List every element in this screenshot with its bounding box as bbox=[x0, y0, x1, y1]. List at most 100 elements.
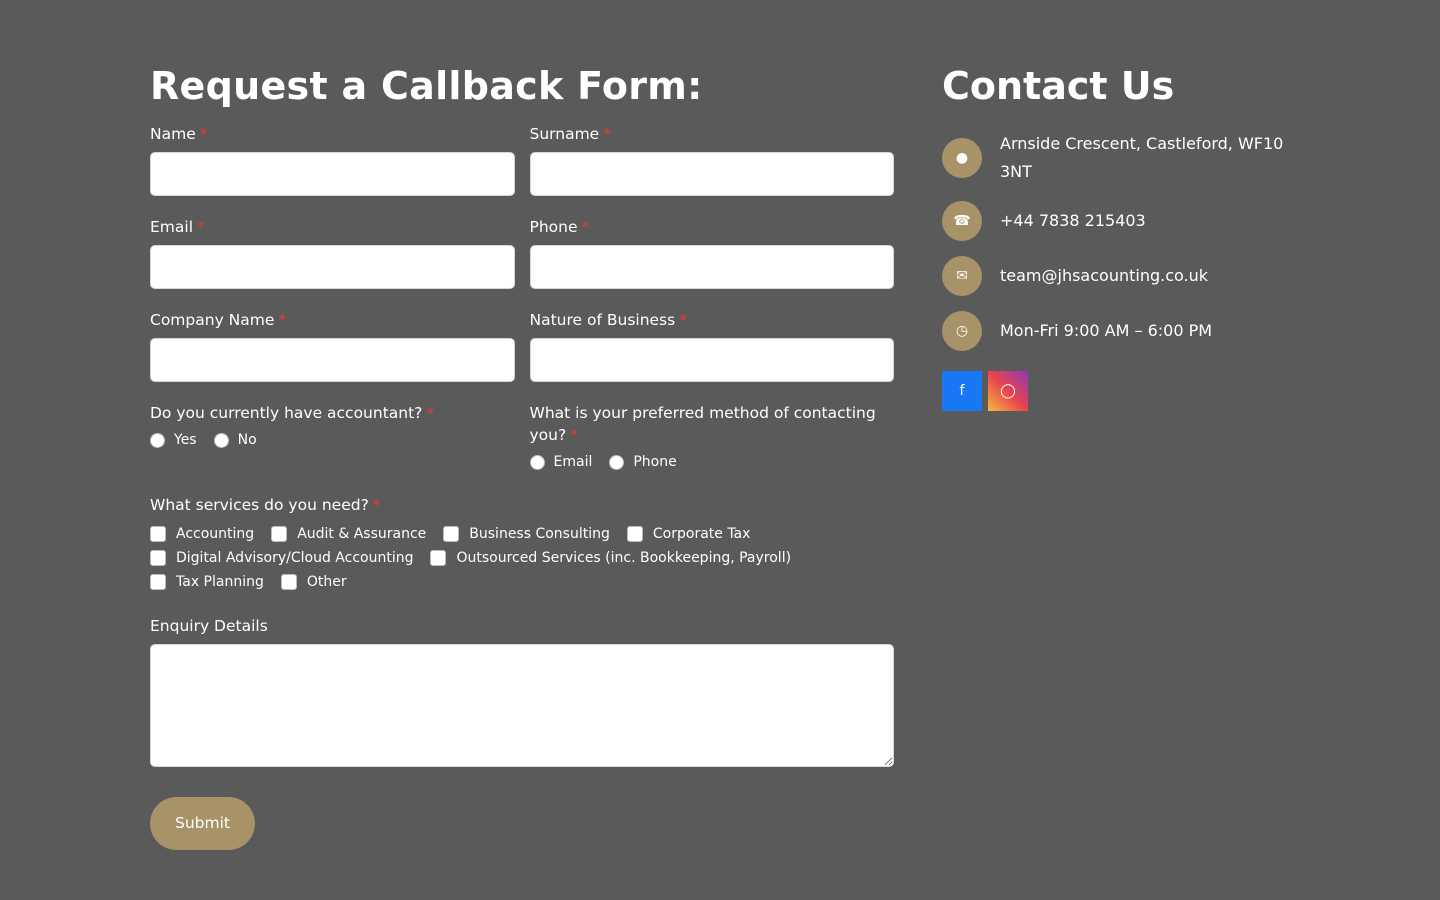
company-field: Company Name * bbox=[150, 309, 515, 382]
checkbox[interactable] bbox=[150, 550, 166, 566]
instagram-icon[interactable]: ◯ bbox=[988, 371, 1028, 411]
company-label-text: Company Name bbox=[150, 311, 275, 329]
service-option-other[interactable]: Other bbox=[280, 570, 347, 594]
business-label-text: Nature of Business bbox=[529, 311, 676, 329]
checkbox-label: Audit & Assurance bbox=[297, 526, 427, 542]
business-input[interactable] bbox=[529, 338, 894, 382]
accountant-option-no[interactable]: No bbox=[213, 428, 257, 452]
accountant-radio-group: Yes No bbox=[150, 428, 515, 452]
checkbox[interactable] bbox=[150, 526, 166, 542]
contact-email[interactable]: ✉ team@jhsacounting.co.uk bbox=[942, 256, 1302, 296]
service-option-consulting[interactable]: Business Consulting bbox=[443, 522, 610, 546]
radio-button[interactable] bbox=[150, 432, 165, 448]
surname-field: Surname * bbox=[529, 123, 894, 196]
email-field: Email * bbox=[150, 216, 515, 289]
required-marker: * bbox=[426, 404, 435, 422]
service-option-outsourced[interactable]: Outsourced Services (inc. Bookkeeping, P… bbox=[430, 546, 791, 570]
phone-label: Phone * bbox=[530, 216, 895, 238]
checkbox-label: Digital Advisory/Cloud Accounting bbox=[176, 550, 414, 566]
checkbox-label: Business Consulting bbox=[469, 526, 610, 542]
surname-label-text: Surname bbox=[529, 125, 600, 143]
checkbox[interactable] bbox=[280, 574, 297, 590]
required-marker: * bbox=[199, 125, 208, 143]
facebook-icon[interactable]: f bbox=[942, 371, 982, 411]
radio-button[interactable] bbox=[529, 454, 545, 470]
radio-label: Email bbox=[553, 454, 593, 470]
checkbox-label: Outsourced Services (inc. Bookkeeping, P… bbox=[456, 550, 792, 566]
callback-form: Request a Callback Form: Name * Surname * … bbox=[150, 60, 894, 850]
required-marker: * bbox=[603, 125, 611, 143]
radio-row: Do you currently have accountant? * Yes N… bbox=[150, 402, 894, 474]
surname-input[interactable] bbox=[529, 152, 894, 196]
radio-label: Phone bbox=[633, 454, 677, 470]
radio-button[interactable] bbox=[609, 454, 625, 470]
company-row: Company Name * Nature of Business * bbox=[150, 309, 894, 382]
email-phone-row: Email * Phone * bbox=[150, 216, 894, 289]
contact-email-text[interactable]: team@jhsacounting.co.uk bbox=[1000, 262, 1208, 290]
company-input[interactable] bbox=[150, 338, 515, 382]
services-field: What services do you need? * Accounting A… bbox=[150, 494, 894, 594]
social-links: f ◯ bbox=[942, 371, 1302, 411]
checkbox-label: Accounting bbox=[176, 526, 255, 542]
clock-icon: ◷ bbox=[942, 311, 982, 351]
service-option-audit[interactable]: Audit & Assurance bbox=[271, 522, 426, 546]
business-field: Nature of Business * bbox=[529, 309, 895, 382]
accountant-question: Do you currently have accountant? * bbox=[150, 402, 515, 424]
contact-method-question: What is your preferred method of contact… bbox=[530, 402, 895, 446]
enquiry-label: Enquiry Details bbox=[150, 617, 268, 635]
accountant-field: Do you currently have accountant? * Yes N… bbox=[150, 402, 515, 474]
form-title: Request a Callback Form: bbox=[150, 64, 703, 108]
accountant-question-text: Do you currently have accountant? bbox=[150, 404, 423, 422]
contact-address: ● Arnside Crescent, Castleford, WF10 3NT bbox=[942, 130, 1302, 186]
accountant-option-yes[interactable]: Yes bbox=[150, 428, 197, 452]
phone-input[interactable] bbox=[529, 245, 894, 289]
name-input[interactable] bbox=[150, 152, 515, 196]
service-option-tax-planning[interactable]: Tax Planning bbox=[150, 570, 264, 594]
phone-label-text: Phone bbox=[529, 218, 578, 236]
email-input[interactable] bbox=[150, 245, 515, 289]
contact-method-radio-group: Email Phone bbox=[529, 450, 895, 474]
contact-method-option-phone[interactable]: Phone bbox=[609, 450, 677, 474]
services-question-text: What services do you need? bbox=[150, 496, 369, 514]
required-marker: * bbox=[278, 311, 287, 329]
contact-phone[interactable]: ☎ +44 7838 215403 bbox=[942, 201, 1302, 241]
required-marker: * bbox=[197, 218, 205, 236]
submit-button[interactable]: Submit bbox=[150, 797, 255, 850]
contact-method-option-email[interactable]: Email bbox=[529, 450, 593, 474]
enquiry-textarea[interactable] bbox=[150, 644, 894, 767]
checkbox[interactable] bbox=[271, 526, 288, 542]
business-label: Nature of Business * bbox=[530, 309, 895, 331]
name-label-text: Name bbox=[150, 125, 196, 143]
envelope-icon: ✉ bbox=[942, 256, 982, 296]
map-marker-icon: ● bbox=[942, 138, 982, 178]
required-marker: * bbox=[570, 426, 578, 444]
contact-hours: ◷ Mon-Fri 9:00 AM – 6:00 PM bbox=[942, 311, 1302, 351]
contact-address-text: Arnside Crescent, Castleford, WF10 3NT bbox=[1000, 134, 1284, 181]
checkbox[interactable] bbox=[443, 526, 460, 542]
checkbox-label: Other bbox=[306, 574, 347, 590]
service-option-digital-advisory[interactable]: Digital Advisory/Cloud Accounting bbox=[150, 546, 413, 570]
checkbox[interactable] bbox=[430, 550, 447, 566]
checkbox[interactable] bbox=[626, 526, 643, 542]
phone-field: Phone * bbox=[529, 216, 895, 289]
contact-phone-text[interactable]: +44 7838 215403 bbox=[1000, 207, 1146, 235]
required-marker: * bbox=[679, 311, 687, 329]
required-marker: * bbox=[581, 218, 590, 236]
contact-title: Contact Us bbox=[942, 64, 1175, 108]
email-label: Email * bbox=[150, 216, 515, 238]
contact-method-question-text: What is your preferred method of contact… bbox=[529, 404, 876, 444]
service-option-corporate-tax[interactable]: Corporate Tax bbox=[626, 522, 750, 546]
radio-label: No bbox=[237, 432, 257, 448]
radio-button[interactable] bbox=[213, 432, 229, 448]
enquiry-field: Enquiry Details bbox=[150, 615, 894, 767]
phone-icon: ☎ bbox=[942, 201, 982, 241]
contact-section: Contact Us ● Arnside Crescent, Castlefor… bbox=[942, 60, 1302, 411]
checkbox[interactable] bbox=[150, 574, 166, 590]
page: Request a Callback Form: Name * Surname * … bbox=[0, 0, 1440, 900]
name-label: Name * bbox=[150, 123, 515, 145]
email-label-text: Email bbox=[150, 218, 194, 236]
services-question: What services do you need? * bbox=[150, 494, 894, 516]
required-marker: * bbox=[372, 496, 381, 514]
name-row: Name * Surname * bbox=[150, 123, 894, 196]
service-option-accounting[interactable]: Accounting bbox=[150, 522, 254, 546]
